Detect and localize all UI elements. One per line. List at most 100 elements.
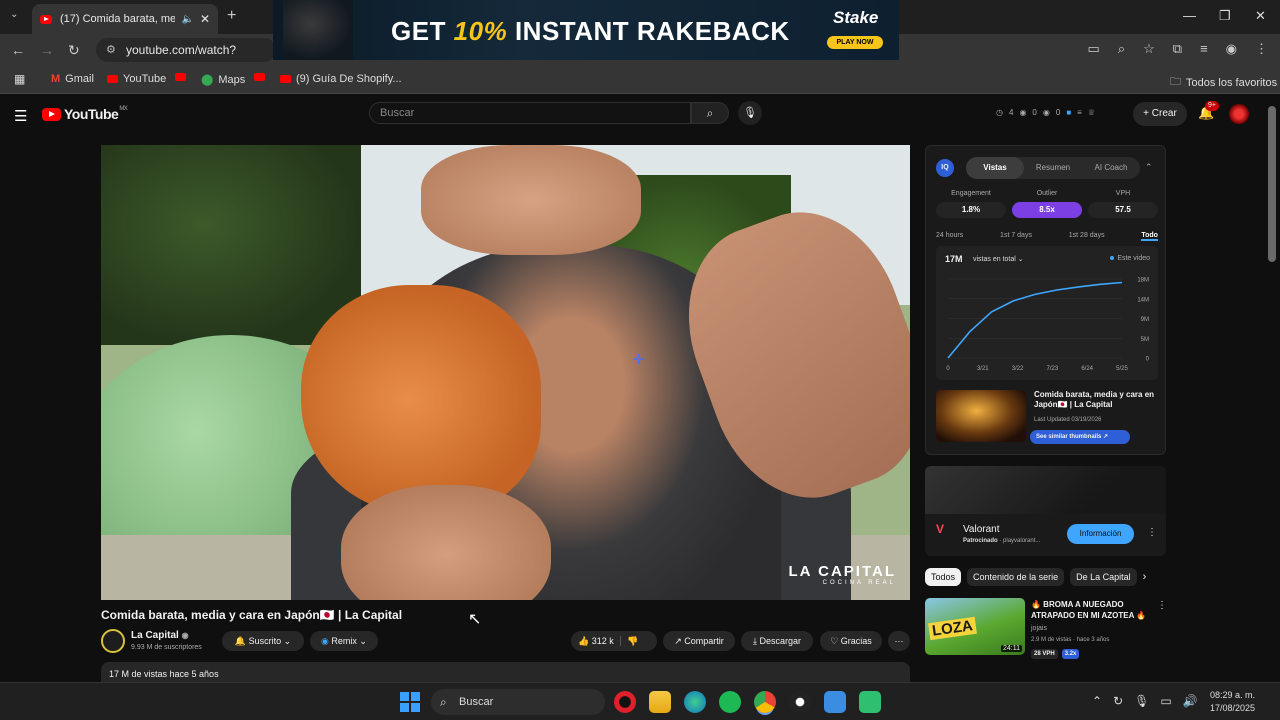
similar-thumbnails-button[interactable]: See similar thumbnails ↗ xyxy=(1030,430,1130,444)
ad-more-icon[interactable]: ⋮ xyxy=(1147,527,1157,538)
share-button[interactable]: ↗ Compartir xyxy=(663,631,735,651)
chips-next-icon[interactable]: › xyxy=(1143,568,1147,586)
subscribed-button[interactable]: 🔔 Suscrito ⌄ xyxy=(222,631,304,651)
bookmark-youtube-3[interactable] xyxy=(254,73,265,81)
tab-resumen[interactable]: Resumen xyxy=(1024,157,1082,179)
ad-play-now-button[interactable]: PLAY NOW xyxy=(827,36,883,49)
search-input[interactable]: Buscar xyxy=(369,102,691,124)
related-thumbnail[interactable] xyxy=(936,390,1026,442)
tray-expand-icon[interactable]: ⌃ xyxy=(1092,694,1102,708)
range-7d[interactable]: 1st 7 days xyxy=(1000,232,1032,241)
crosshair-icon: ✛ xyxy=(633,351,645,367)
maximize-icon[interactable]: ❐ xyxy=(1219,8,1231,24)
taskbar-search[interactable]: ⌕ Buscar xyxy=(431,689,605,715)
metric-vph: VPH 57.5 xyxy=(1088,190,1158,218)
opera-icon[interactable] xyxy=(614,691,636,713)
chip-serie[interactable]: Contenido de la serie xyxy=(967,568,1065,586)
minimize-icon[interactable]: — xyxy=(1183,8,1196,23)
mouse-cursor-icon: ↖ xyxy=(468,611,482,628)
speaker-icon[interactable]: 🔈 xyxy=(181,14,193,25)
bookmark-shopify[interactable]: (9) Guía De Shopify... xyxy=(280,73,402,85)
ad-info-button[interactable]: Información xyxy=(1067,524,1134,544)
recommended-thumbnail[interactable]: LOZA 24:11 xyxy=(925,598,1025,655)
like-dislike-group[interactable]: 👍 312 k 👎 xyxy=(571,631,657,651)
remix-button[interactable]: ◉ Remix ⌄ xyxy=(310,631,378,651)
sync-icon[interactable]: ↻ xyxy=(1113,694,1123,708)
stake-banner-ad[interactable]: GET 10% INSTANT RAKEBACK Stake PLAY NOW xyxy=(273,0,899,60)
thanks-button[interactable]: ♡ Gracias xyxy=(820,631,882,651)
chart-y-tick: 5M xyxy=(1141,337,1149,343)
bookmark-gmail[interactable]: M Gmail xyxy=(51,73,94,85)
reload-icon[interactable]: ↻ xyxy=(68,42,80,59)
site-info-icon[interactable]: ⚙ xyxy=(106,38,116,62)
description-box[interactable]: 17 M de vistas hace 5 años xyxy=(101,662,910,682)
range-all[interactable]: Todo xyxy=(1141,232,1158,241)
chrome-icon[interactable] xyxy=(754,691,776,713)
youtube-logo[interactable]: YouTube MX xyxy=(42,106,128,122)
extensions-icon[interactable]: ⧉ xyxy=(1173,41,1182,57)
channel-avatar[interactable] xyxy=(101,629,125,653)
download-button[interactable]: ⤓ Descargar xyxy=(741,631,813,651)
browser-tab-active[interactable]: (17) Comida barata, media y 🔈 ✕ xyxy=(32,4,218,34)
clock[interactable]: 08:29 a. m. 17/08/2025 xyxy=(1210,689,1255,715)
channel-name[interactable]: La Capital ◉ xyxy=(131,630,189,641)
page-scrollbar[interactable] xyxy=(1268,106,1276,262)
vidiq-icon[interactable]: ■ xyxy=(1066,108,1071,117)
windows-start-icon[interactable] xyxy=(400,692,420,712)
menu-icon[interactable]: ⋮ xyxy=(1255,41,1268,57)
new-tab-icon[interactable]: + xyxy=(227,7,236,25)
collapse-icon[interactable]: ⌃ xyxy=(1145,162,1153,173)
app-f-icon[interactable] xyxy=(824,691,846,713)
all-bookmarks[interactable]: 🗀 Todos los favoritos xyxy=(1170,73,1277,92)
volume-icon[interactable]: 🔊 xyxy=(1183,694,1198,708)
time-range-selector: 24 hours 1st 7 days 1st 28 days Todo xyxy=(936,232,1158,241)
related-updated: Last Updated 03/19/2026 xyxy=(1034,417,1102,423)
back-icon[interactable]: ← xyxy=(11,42,25,58)
chart-series-line xyxy=(947,281,1123,359)
tab-search-icon[interactable]: ⌄ xyxy=(10,9,18,20)
mic-tray-icon[interactable]: 🎙 xyxy=(1134,694,1149,708)
rec-more-icon[interactable]: ⋮ xyxy=(1157,600,1167,611)
chip-channel[interactable]: De La Capital xyxy=(1070,568,1137,586)
bookmark-maps[interactable]: ⬤ Maps xyxy=(201,73,245,87)
profile-icon[interactable]: ◉ xyxy=(1226,41,1237,57)
forward-icon[interactable]: → xyxy=(40,42,54,58)
more-actions-button[interactable]: ⋯ xyxy=(888,631,910,651)
app-icon[interactable] xyxy=(789,691,811,713)
like-icon[interactable]: 👍 xyxy=(578,636,589,646)
system-tray: ⌃ ↻ 🎙 ▭ 🔊 xyxy=(1092,694,1198,708)
spotify-icon[interactable] xyxy=(719,691,741,713)
create-button[interactable]: + Crear xyxy=(1133,102,1187,126)
recommended-channel[interactable]: jojais xyxy=(1031,625,1047,632)
edge-icon[interactable] xyxy=(684,691,706,713)
list-icon[interactable]: ≡ xyxy=(1077,108,1082,117)
app-green-icon[interactable] xyxy=(859,691,881,713)
tab-vistas[interactable]: Vistas xyxy=(966,157,1024,179)
display-icon[interactable]: ▭ xyxy=(1160,694,1171,708)
close-window-icon[interactable]: ✕ xyxy=(1255,8,1266,24)
address-bar[interactable]: ⚙ youtube.com/watch?v=VfU8i7 xyxy=(96,38,276,81)
user-avatar[interactable] xyxy=(1229,104,1249,124)
cast-icon[interactable]: ▭ xyxy=(1088,41,1100,57)
hamburger-menu-icon[interactable]: ☰ xyxy=(14,107,27,125)
media-icon[interactable]: ≡ xyxy=(1200,41,1208,57)
dislike-icon[interactable]: 👎 xyxy=(620,636,639,646)
voice-search-button[interactable]: 🎙 xyxy=(738,101,762,125)
range-24h[interactable]: 24 hours xyxy=(936,232,963,241)
sponsored-ad-card[interactable]: V Valorant Patrocinado · playvalorant...… xyxy=(925,466,1166,556)
video-player[interactable]: ✛ LA CAPITAL COCINA REAL xyxy=(101,145,910,600)
chip-todos[interactable]: Todos xyxy=(925,568,962,586)
apps-grid-icon[interactable]: ▦ xyxy=(14,72,25,86)
thanks-icon: ♡ xyxy=(830,636,839,646)
zoom-icon[interactable]: ⌕ xyxy=(1118,41,1125,57)
bookmark-youtube[interactable]: YouTube xyxy=(107,73,166,85)
bookmark-star-icon[interactable]: ☆ xyxy=(1143,41,1155,57)
recommended-title[interactable]: 🔥 BROMA A NUEGADO ATRAPADO EN MI AZOTEA … xyxy=(1031,599,1153,621)
bookmark-youtube-2[interactable] xyxy=(175,73,186,81)
search-button[interactable]: ⌕ xyxy=(691,102,729,124)
trophy-icon[interactable]: ♕ xyxy=(1088,108,1095,117)
range-28d[interactable]: 1st 28 days xyxy=(1069,232,1105,241)
file-explorer-icon[interactable] xyxy=(649,691,671,713)
tab-ai-coach[interactable]: AI Coach xyxy=(1082,157,1140,179)
tab-close-icon[interactable]: ✕ xyxy=(200,12,210,26)
